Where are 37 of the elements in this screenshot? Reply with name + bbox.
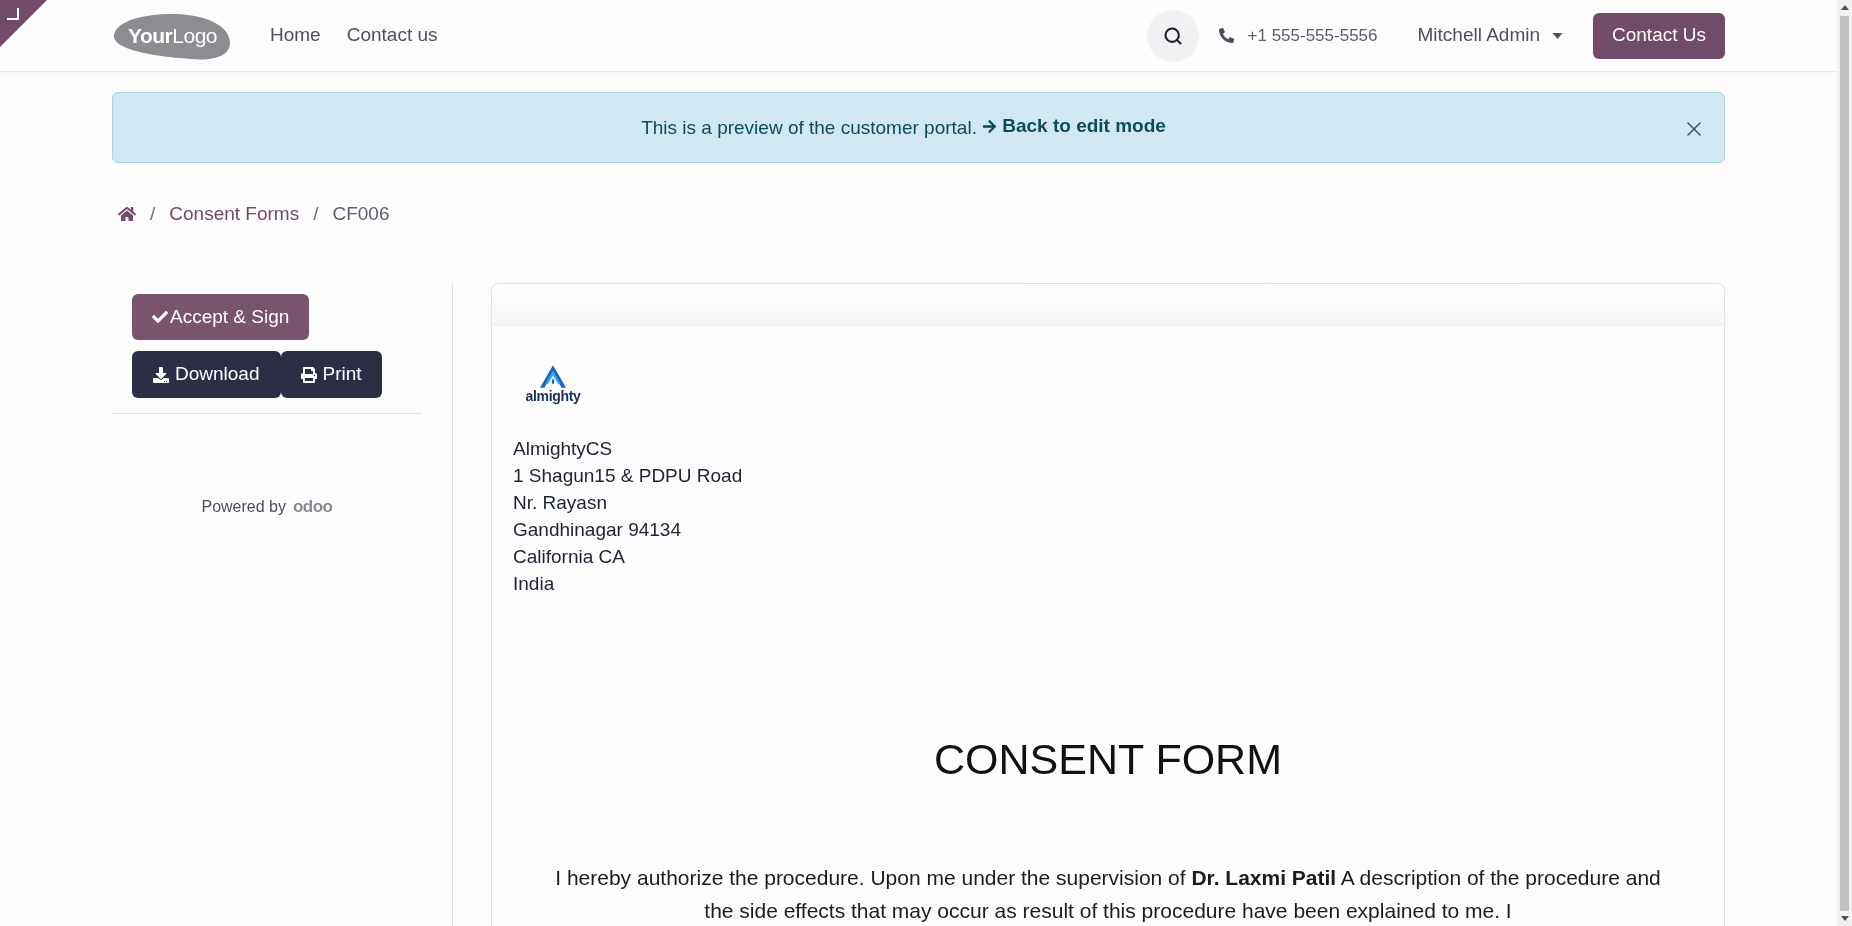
check-icon: [152, 309, 168, 325]
breadcrumb-link[interactable]: Consent Forms: [169, 201, 300, 227]
address-line: California CA: [513, 545, 625, 569]
phone-number: +1 555-555-5556: [1247, 24, 1378, 47]
breadcrumb-separator: /: [150, 202, 156, 226]
download-icon: [153, 366, 169, 383]
address-line: Gandhinagar 94134: [513, 518, 681, 542]
breadcrumb-separator: /: [313, 202, 319, 226]
scroll-up-arrow-icon[interactable]: [1840, 5, 1849, 10]
preview-notice: This is a preview of the customer portal. Back to edit mode: [641, 112, 1166, 143]
contact-us-button[interactable]: Contact Us: [1593, 12, 1725, 59]
user-menu-button[interactable]: Mitchell Admin: [1417, 21, 1563, 50]
phone-icon: [1218, 28, 1234, 43]
nav-link[interactable]: Contact us: [346, 21, 438, 50]
peak-logo-icon: [540, 365, 566, 388]
corner-mark-icon: [7, 8, 19, 20]
consent-paragraph: I hereby authorize the procedure. Upon me under the supervision of Dr. Laxmi Patil A description of the procedure and the side effects that may occur as result of this procedure have been explained to me. I: [554, 865, 1662, 924]
scroll-down-arrow-icon[interactable]: [1840, 916, 1849, 921]
search-icon: [1162, 25, 1183, 46]
nav-link[interactable]: Home: [270, 21, 321, 50]
back-to-edit-link[interactable]: Back to edit mode: [982, 112, 1166, 141]
address-line: Nr. Rayasn: [513, 491, 607, 515]
address-line: 1 Shagun15 & PDPU Road: [513, 464, 743, 488]
address-line: AlmightyCS: [513, 437, 613, 461]
home-icon[interactable]: [118, 205, 136, 223]
scrollbar-thumb[interactable]: [1840, 16, 1849, 911]
company-logo-text: almighty: [525, 388, 581, 404]
printer-icon: [300, 366, 317, 383]
accept-sign-button[interactable]: Accept & Sign: [132, 294, 310, 340]
download-button[interactable]: Download: [132, 351, 281, 398]
caret-down-icon: [1552, 32, 1563, 39]
address-line: India: [513, 572, 555, 596]
powered-by-text: Powered by: [201, 497, 286, 517]
document-title: CONSENT FORM: [934, 734, 1282, 785]
arrow-right-icon: [982, 119, 998, 135]
breadcrumb-current: CF006: [332, 202, 390, 226]
print-button[interactable]: Print: [280, 351, 382, 398]
